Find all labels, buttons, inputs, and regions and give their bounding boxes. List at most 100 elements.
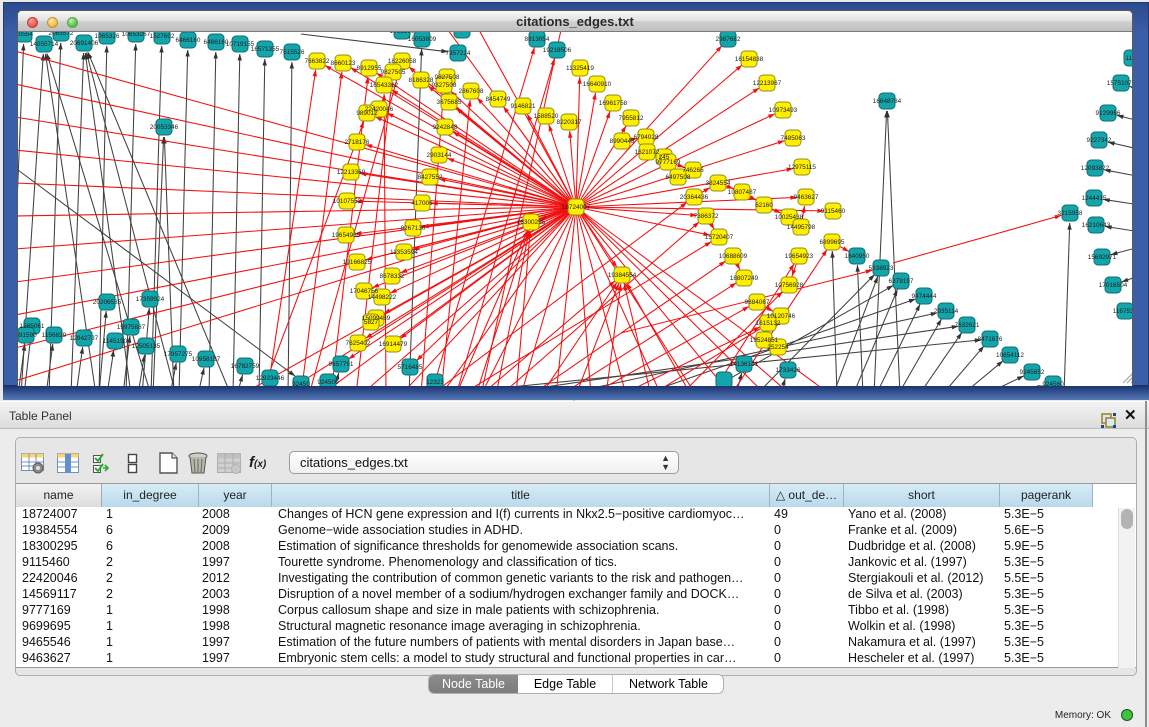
svg-text:1733426: 1733426 [776,367,801,374]
svg-text:16571355: 16571355 [251,46,280,53]
svg-text:20691406: 20691406 [70,40,99,47]
svg-text:1615132: 1615132 [756,320,781,327]
svg-text:7515526: 7515526 [280,49,305,56]
svg-text:19384554: 19384554 [608,272,637,279]
svg-text:9474444: 9474444 [912,293,937,300]
svg-text:15692971: 15692971 [1088,254,1117,261]
svg-text:12323: 12323 [426,379,444,386]
svg-text:19218506: 19218506 [543,47,572,54]
svg-text:1145190: 1145190 [103,338,128,345]
svg-text:14136141: 14136141 [730,361,759,368]
svg-text:10025438: 10025438 [775,214,804,221]
svg-text:2987682: 2987682 [716,36,741,43]
svg-text:10653267: 10653267 [122,32,151,38]
svg-text:14055714: 14055714 [30,41,59,48]
svg-text:10654112: 10654112 [996,352,1024,359]
svg-text:5716485: 5716485 [398,364,423,371]
svg-text:20206535: 20206535 [93,299,122,306]
svg-text:16210643: 16210643 [1082,222,1111,229]
svg-text:1117: 1117 [1125,55,1132,62]
svg-text:746266: 746266 [682,167,704,174]
svg-text:1640950: 1640950 [845,253,870,260]
svg-text:8813054: 8813054 [525,36,550,43]
svg-text:9657791: 9657791 [329,361,354,368]
svg-text:2065572: 2065572 [49,32,74,37]
svg-text:7485063: 7485063 [781,135,806,142]
svg-text:17016504: 17016504 [1099,282,1128,289]
svg-text:14495798: 14495798 [787,224,816,231]
svg-text:924560: 924560 [1042,381,1064,386]
svg-text:1167531: 1167531 [1113,308,1132,315]
svg-text:12975115: 12975115 [788,164,816,171]
svg-text:19654923: 19654923 [785,253,814,260]
svg-text:989012: 989012 [356,110,378,117]
svg-text:7357224: 7357224 [446,50,471,57]
svg-text:9884067: 9884067 [745,299,770,306]
svg-text:11353594: 11353594 [390,249,418,256]
svg-text:8220317: 8220317 [557,119,582,126]
svg-text:9146821: 9146821 [511,103,536,110]
svg-text:6899695: 6899695 [820,239,845,246]
svg-text:10973493: 10973493 [769,107,798,114]
svg-text:1065380: 1065380 [390,32,415,35]
svg-text:19524851: 19524851 [750,337,779,344]
svg-text:3215958: 3215958 [1058,210,1083,217]
svg-text:17957275: 17957275 [164,351,193,358]
svg-text:7632621: 7632621 [955,322,980,329]
svg-text:8471676: 8471676 [978,336,1003,343]
svg-text:1621072: 1621072 [635,149,660,156]
svg-text:9463627: 9463627 [794,194,819,201]
svg-text:20364436: 20364436 [680,194,709,201]
svg-text:18226058: 18226058 [388,58,417,65]
svg-text:9245652: 9245652 [1020,369,1045,376]
svg-text:6497508: 6497508 [666,174,691,181]
svg-text:92450: 92450 [292,381,310,386]
svg-text:10756928: 10756928 [775,282,804,289]
svg-text:12505135: 12505135 [132,343,161,350]
svg-text:1588520: 1588520 [534,113,559,120]
svg-text:3675685: 3675685 [437,99,462,106]
svg-text:5938923: 5938923 [869,265,894,272]
svg-text:417006: 417006 [411,200,433,207]
svg-text:12923446: 12923446 [256,375,285,382]
svg-text:1244415: 1244415 [1082,195,1107,202]
svg-text:1156829: 1156829 [42,332,67,339]
svg-text:8912955: 8912955 [357,65,382,72]
svg-text:9327508: 9327508 [432,82,457,89]
svg-text:9129966: 9129966 [1096,110,1121,117]
svg-text:16154838: 16154838 [735,56,764,63]
svg-text:1527602: 1527602 [150,33,175,40]
svg-text:8267130: 8267130 [401,225,426,232]
svg-text:2935114: 2935114 [934,308,959,315]
svg-text:7386372: 7386372 [694,213,719,220]
svg-text:10958187: 10958187 [192,356,221,363]
svg-text:12942737: 12942737 [70,335,99,342]
svg-text:2718176: 2718176 [345,139,370,146]
svg-text:1065326: 1065326 [95,33,120,40]
svg-text:18724007: 18724007 [562,204,591,211]
svg-text:8660123: 8660123 [331,60,356,67]
svg-text:10688609: 10688609 [719,253,748,260]
svg-text:9827505: 9827505 [381,69,406,76]
svg-text:8186328: 8186328 [409,77,434,84]
svg-text:2903144: 2903144 [427,152,452,159]
svg-text:16914479: 16914479 [379,341,408,348]
svg-text:11325419: 11325419 [566,65,594,72]
svg-text:12213369: 12213369 [337,169,366,176]
svg-text:18807249: 18807249 [730,275,759,282]
svg-text:18300295: 18300295 [517,219,546,226]
svg-text:20053346: 20053346 [150,124,179,131]
svg-text:6794028: 6794028 [634,134,659,141]
svg-text:9827508: 9827508 [435,74,460,81]
svg-text:19166825: 19166825 [343,259,372,266]
svg-text:16648784: 16648784 [873,98,902,105]
svg-text:20554: 20554 [18,32,33,38]
svg-text:14498222: 14498222 [368,294,397,301]
svg-text:6379197: 6379197 [889,278,914,285]
svg-text:7625402: 7625402 [346,340,371,347]
svg-text:10807487: 10807487 [728,189,757,196]
svg-text:16782759: 16782759 [231,363,260,370]
svg-text:9115460: 9115460 [821,208,846,215]
svg-text:8678332: 8678332 [380,273,405,280]
svg-text:2867608: 2867608 [459,88,484,95]
